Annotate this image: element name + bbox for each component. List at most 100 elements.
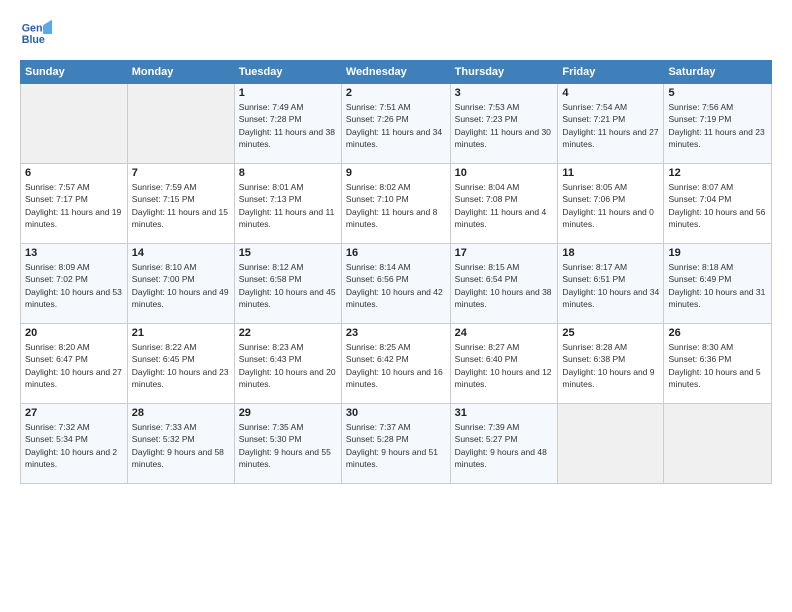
day-info: Sunrise: 8:12 AM Sunset: 6:58 PM Dayligh… (239, 261, 337, 310)
calendar-cell (21, 84, 128, 164)
calendar-cell: 11 Sunrise: 8:05 AM Sunset: 7:06 PM Dayli… (558, 164, 664, 244)
day-info: Sunrise: 8:02 AM Sunset: 7:10 PM Dayligh… (346, 181, 446, 230)
day-info: Sunrise: 8:10 AM Sunset: 7:00 PM Dayligh… (132, 261, 230, 310)
calendar-cell: 23 Sunrise: 8:25 AM Sunset: 6:42 PM Dayli… (341, 324, 450, 404)
calendar-cell: 20 Sunrise: 8:20 AM Sunset: 6:47 PM Dayli… (21, 324, 128, 404)
calendar-cell: 27 Sunrise: 7:32 AM Sunset: 5:34 PM Dayli… (21, 404, 128, 484)
day-info: Sunrise: 7:57 AM Sunset: 7:17 PM Dayligh… (25, 181, 123, 230)
day-info: Sunrise: 7:39 AM Sunset: 5:27 PM Dayligh… (455, 421, 554, 470)
calendar-cell: 1 Sunrise: 7:49 AM Sunset: 7:28 PM Daylig… (234, 84, 341, 164)
calendar-cell (127, 84, 234, 164)
day-number: 3 (455, 87, 554, 99)
calendar-cell: 10Sunrise: 8:04 AM Sunset: 7:08 PM Dayli… (450, 164, 558, 244)
weekday-header: Tuesday (234, 61, 341, 84)
calendar-cell: 24Sunrise: 8:27 AM Sunset: 6:40 PM Dayli… (450, 324, 558, 404)
day-info: Sunrise: 7:59 AM Sunset: 7:15 PM Dayligh… (132, 181, 230, 230)
calendar-week-row: 1 Sunrise: 7:49 AM Sunset: 7:28 PM Daylig… (21, 84, 772, 164)
day-info: Sunrise: 7:53 AM Sunset: 7:23 PM Dayligh… (455, 101, 554, 150)
day-info: Sunrise: 8:25 AM Sunset: 6:42 PM Dayligh… (346, 341, 446, 390)
weekday-header: Monday (127, 61, 234, 84)
day-info: Sunrise: 7:49 AM Sunset: 7:28 PM Dayligh… (239, 101, 337, 150)
day-info: Sunrise: 7:54 AM Sunset: 7:21 PM Dayligh… (562, 101, 659, 150)
calendar-cell: 4 Sunrise: 7:54 AM Sunset: 7:21 PM Daylig… (558, 84, 664, 164)
day-info: Sunrise: 7:56 AM Sunset: 7:19 PM Dayligh… (668, 101, 767, 150)
day-number: 13 (25, 247, 123, 259)
calendar-week-row: 13 Sunrise: 8:09 AM Sunset: 7:02 PM Dayli… (21, 244, 772, 324)
day-number: 14 (132, 247, 230, 259)
weekday-header: Friday (558, 61, 664, 84)
day-number: 4 (562, 87, 659, 99)
day-number: 5 (668, 87, 767, 99)
day-number: 7 (132, 167, 230, 179)
day-number: 20 (25, 327, 123, 339)
day-info: Sunrise: 8:01 AM Sunset: 7:13 PM Dayligh… (239, 181, 337, 230)
day-info: Sunrise: 8:27 AM Sunset: 6:40 PM Dayligh… (455, 341, 554, 390)
day-number: 21 (132, 327, 230, 339)
day-info: Sunrise: 8:09 AM Sunset: 7:02 PM Dayligh… (25, 261, 123, 310)
calendar-cell: 16 Sunrise: 8:14 AM Sunset: 6:56 PM Dayli… (341, 244, 450, 324)
calendar-cell: 15Sunrise: 8:12 AM Sunset: 6:58 PM Dayli… (234, 244, 341, 324)
day-number: 27 (25, 407, 123, 419)
day-number: 17 (455, 247, 554, 259)
day-number: 16 (346, 247, 446, 259)
calendar-week-row: 27 Sunrise: 7:32 AM Sunset: 5:34 PM Dayli… (21, 404, 772, 484)
day-number: 1 (239, 87, 337, 99)
day-number: 2 (346, 87, 446, 99)
calendar-cell: 19 Sunrise: 8:18 AM Sunset: 6:49 PM Dayli… (664, 244, 772, 324)
calendar-cell: 30 Sunrise: 7:37 AM Sunset: 5:28 PM Dayli… (341, 404, 450, 484)
calendar-cell: 3 Sunrise: 7:53 AM Sunset: 7:23 PM Daylig… (450, 84, 558, 164)
weekday-header-row: SundayMondayTuesdayWednesdayThursdayFrid… (21, 61, 772, 84)
calendar-week-row: 6 Sunrise: 7:57 AM Sunset: 7:17 PM Daylig… (21, 164, 772, 244)
day-info: Sunrise: 8:30 AM Sunset: 6:36 PM Dayligh… (668, 341, 767, 390)
calendar-cell: 8Sunrise: 8:01 AM Sunset: 7:13 PM Daylig… (234, 164, 341, 244)
calendar-cell (664, 404, 772, 484)
calendar-cell: 2 Sunrise: 7:51 AM Sunset: 7:26 PM Daylig… (341, 84, 450, 164)
calendar-cell: 6 Sunrise: 7:57 AM Sunset: 7:17 PM Daylig… (21, 164, 128, 244)
day-info: Sunrise: 7:37 AM Sunset: 5:28 PM Dayligh… (346, 421, 446, 470)
calendar-cell: 25 Sunrise: 8:28 AM Sunset: 6:38 PM Dayli… (558, 324, 664, 404)
calendar-cell: 28 Sunrise: 7:33 AM Sunset: 5:32 PM Dayli… (127, 404, 234, 484)
day-number: 25 (562, 327, 659, 339)
svg-text:Blue: Blue (22, 34, 45, 46)
weekday-header: Thursday (450, 61, 558, 84)
day-number: 30 (346, 407, 446, 419)
day-info: Sunrise: 8:22 AM Sunset: 6:45 PM Dayligh… (132, 341, 230, 390)
weekday-header: Saturday (664, 61, 772, 84)
calendar-cell: 14 Sunrise: 8:10 AM Sunset: 7:00 PM Dayli… (127, 244, 234, 324)
day-info: Sunrise: 7:51 AM Sunset: 7:26 PM Dayligh… (346, 101, 446, 150)
page-header: General Blue (20, 18, 772, 50)
calendar-cell: 13 Sunrise: 8:09 AM Sunset: 7:02 PM Dayli… (21, 244, 128, 324)
day-number: 19 (668, 247, 767, 259)
calendar-cell: 29 Sunrise: 7:35 AM Sunset: 5:30 PM Dayli… (234, 404, 341, 484)
weekday-header: Sunday (21, 61, 128, 84)
day-info: Sunrise: 8:05 AM Sunset: 7:06 PM Dayligh… (562, 181, 659, 230)
calendar-cell: 7 Sunrise: 7:59 AM Sunset: 7:15 PM Daylig… (127, 164, 234, 244)
day-info: Sunrise: 7:35 AM Sunset: 5:30 PM Dayligh… (239, 421, 337, 470)
day-number: 11 (562, 167, 659, 179)
day-number: 22 (239, 327, 337, 339)
day-number: 18 (562, 247, 659, 259)
day-number: 31 (455, 407, 554, 419)
day-number: 28 (132, 407, 230, 419)
day-number: 23 (346, 327, 446, 339)
day-number: 29 (239, 407, 337, 419)
day-info: Sunrise: 8:14 AM Sunset: 6:56 PM Dayligh… (346, 261, 446, 310)
day-info: Sunrise: 7:33 AM Sunset: 5:32 PM Dayligh… (132, 421, 230, 470)
calendar-cell: 17 Sunrise: 8:15 AM Sunset: 6:54 PM Dayli… (450, 244, 558, 324)
day-number: 10 (455, 167, 554, 179)
day-info: Sunrise: 7:32 AM Sunset: 5:34 PM Dayligh… (25, 421, 123, 470)
day-number: 6 (25, 167, 123, 179)
day-info: Sunrise: 8:17 AM Sunset: 6:51 PM Dayligh… (562, 261, 659, 310)
day-info: Sunrise: 8:20 AM Sunset: 6:47 PM Dayligh… (25, 341, 123, 390)
day-info: Sunrise: 8:18 AM Sunset: 6:49 PM Dayligh… (668, 261, 767, 310)
calendar-cell: 31 Sunrise: 7:39 AM Sunset: 5:27 PM Dayli… (450, 404, 558, 484)
calendar-cell: 12Sunrise: 8:07 AM Sunset: 7:04 PM Dayli… (664, 164, 772, 244)
day-info: Sunrise: 8:07 AM Sunset: 7:04 PM Dayligh… (668, 181, 767, 230)
logo: General Blue (20, 18, 56, 50)
day-info: Sunrise: 8:28 AM Sunset: 6:38 PM Dayligh… (562, 341, 659, 390)
calendar-cell: 21 Sunrise: 8:22 AM Sunset: 6:45 PM Dayli… (127, 324, 234, 404)
day-info: Sunrise: 8:15 AM Sunset: 6:54 PM Dayligh… (455, 261, 554, 310)
weekday-header: Wednesday (341, 61, 450, 84)
calendar-cell: 26Sunrise: 8:30 AM Sunset: 6:36 PM Dayli… (664, 324, 772, 404)
calendar-table: SundayMondayTuesdayWednesdayThursdayFrid… (20, 60, 772, 484)
